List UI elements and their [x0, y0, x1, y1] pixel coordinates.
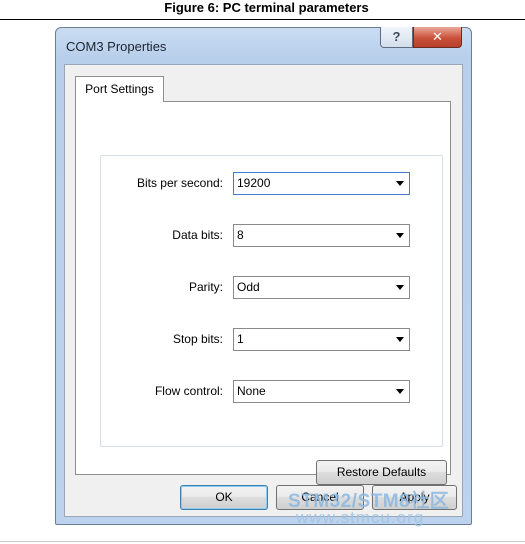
stop-bits-select[interactable]: 1: [233, 328, 410, 351]
chevron-down-icon: [396, 285, 404, 290]
ok-button[interactable]: OK: [180, 485, 268, 510]
chevron-down-icon: [396, 389, 404, 394]
help-icon: ?: [392, 29, 401, 44]
data-bits-value: 8: [237, 228, 244, 242]
flow-control-value: None: [237, 384, 266, 398]
chevron-down-icon: [396, 181, 404, 186]
figure-caption: Figure 6: PC terminal parameters: [164, 0, 369, 15]
settings-group: Bits per second: 19200 Data bits: 8 Pari…: [100, 155, 443, 447]
port-settings-panel: Bits per second: 19200 Data bits: 8 Pari…: [75, 101, 451, 485]
properties-dialog: COM3 Properties ? ✕ Port Settings Bits p…: [55, 27, 472, 525]
tab-port-settings[interactable]: Port Settings: [75, 76, 164, 102]
cancel-button[interactable]: Cancel: [276, 485, 364, 510]
chevron-down-icon: [396, 233, 404, 238]
parity-select[interactable]: Odd: [233, 276, 410, 299]
restore-defaults-button[interactable]: Restore Defaults: [316, 460, 447, 485]
flow-control-select[interactable]: None: [233, 380, 410, 403]
bits-per-second-value: 19200: [237, 176, 271, 190]
apply-button[interactable]: Apply: [372, 485, 457, 510]
title-bar[interactable]: COM3 Properties ? ✕: [56, 27, 471, 64]
data-bits-label: Data bits:: [172, 228, 223, 242]
flow-control-label: Flow control:: [154, 384, 223, 398]
parity-label: Parity:: [188, 280, 223, 294]
dialog-body: Port Settings Bits per second: 19200 Dat…: [64, 64, 463, 517]
data-bits-select[interactable]: 8: [233, 224, 410, 247]
page-divider: [0, 541, 525, 542]
close-button[interactable]: ✕: [413, 27, 462, 48]
window-title: COM3 Properties: [66, 39, 167, 54]
stop-bits-label: Stop bits:: [172, 332, 223, 346]
help-button[interactable]: ?: [380, 27, 413, 48]
stop-bits-value: 1: [237, 332, 244, 346]
parity-value: Odd: [237, 280, 260, 294]
chevron-down-icon: [396, 337, 404, 342]
bits-per-second-label: Bits per second:: [136, 176, 223, 190]
close-icon: ✕: [432, 29, 443, 44]
bits-per-second-select[interactable]: 19200: [233, 172, 410, 195]
caption-rule: [0, 19, 525, 20]
